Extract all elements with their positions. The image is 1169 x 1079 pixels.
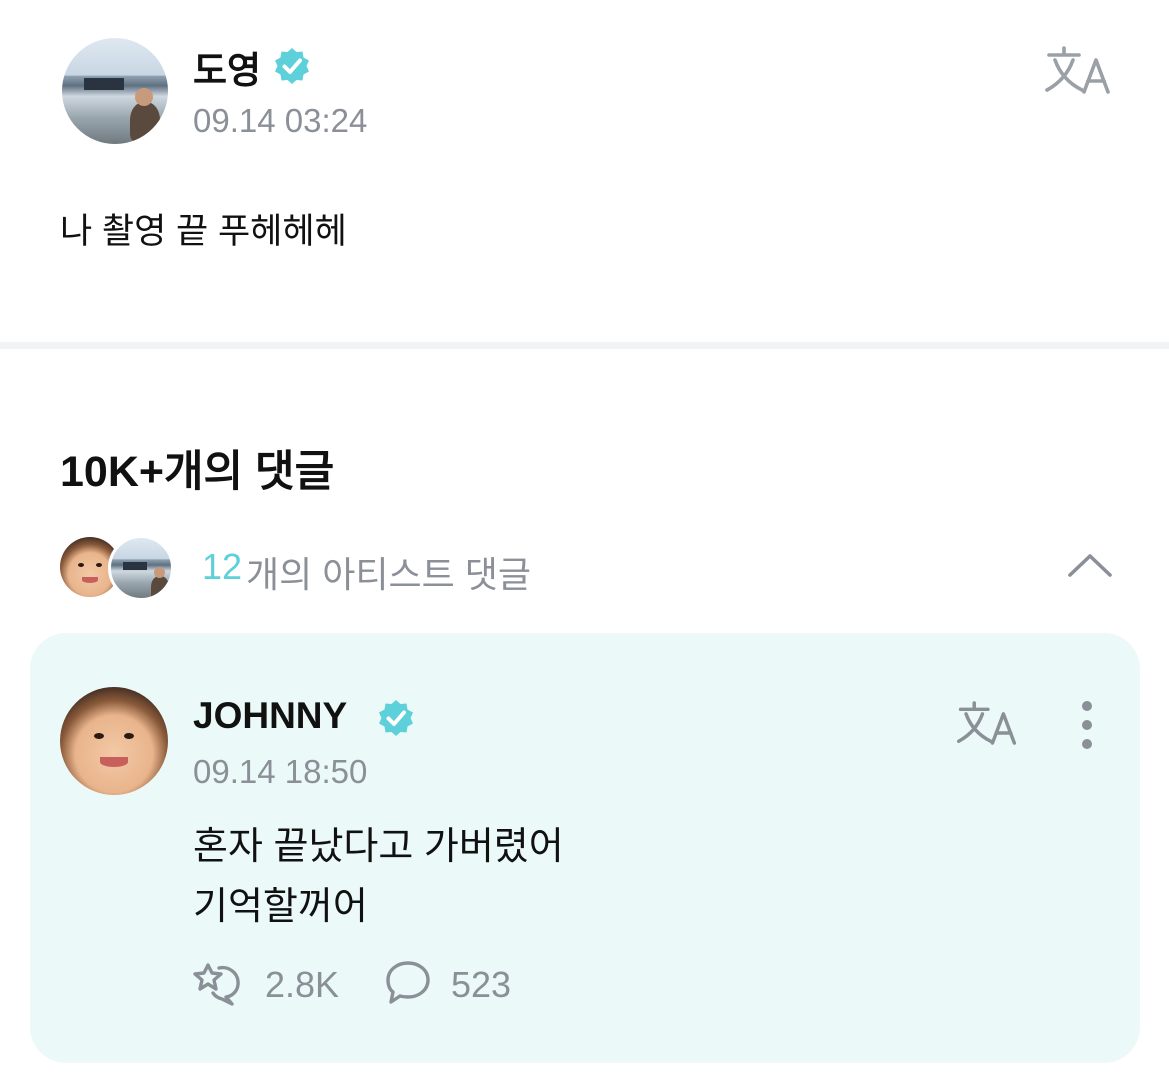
artist-avatar-doyoung — [108, 535, 174, 601]
post-author-avatar[interactable] — [62, 38, 168, 144]
comment-author-avatar[interactable] — [60, 687, 168, 795]
more-options-icon[interactable] — [1076, 699, 1098, 751]
reply-count: 523 — [451, 964, 512, 1005]
translate-icon[interactable] — [956, 699, 1018, 747]
comment-author-name[interactable]: JOHNNY — [193, 695, 347, 737]
verified-badge-icon — [379, 700, 413, 736]
post-author-name[interactable]: 도영 — [193, 40, 261, 94]
comment-body-line-2: 기억할꺼어 — [193, 886, 368, 928]
section-divider — [0, 342, 1169, 349]
artist-comment-count: 12 — [202, 546, 243, 587]
comments-heading: 10K+개의 댓글 — [60, 448, 335, 496]
chevron-up-icon[interactable] — [1066, 551, 1114, 579]
post-timestamp: 09.14 03:24 — [193, 102, 368, 139]
comment-timestamp: 09.14 18:50 — [193, 753, 368, 790]
like-button[interactable]: 2.8K — [192, 957, 362, 1009]
post-body: 나 촬영 끝 푸헤헤헤 — [60, 212, 347, 251]
artist-comment-card: JOHNNY 09.14 18:50 혼자 끝났다고 가버렸어 기억할꺼어 2.… — [30, 633, 1140, 1063]
translate-icon[interactable] — [1044, 44, 1112, 96]
artist-comments-toggle[interactable]: 12 개의 아티스트 댓글 — [60, 534, 1120, 601]
comment-icon — [386, 961, 430, 1004]
bubble-like-icon — [193, 963, 240, 1006]
verified-badge-icon — [275, 48, 309, 84]
reply-button[interactable]: 523 — [384, 957, 564, 1009]
comment-body-line-1: 혼자 끝났다고 가버렸어 — [193, 826, 564, 868]
like-count: 2.8K — [265, 964, 340, 1005]
artist-comment-label: 개의 아티스트 댓글 — [246, 554, 531, 595]
